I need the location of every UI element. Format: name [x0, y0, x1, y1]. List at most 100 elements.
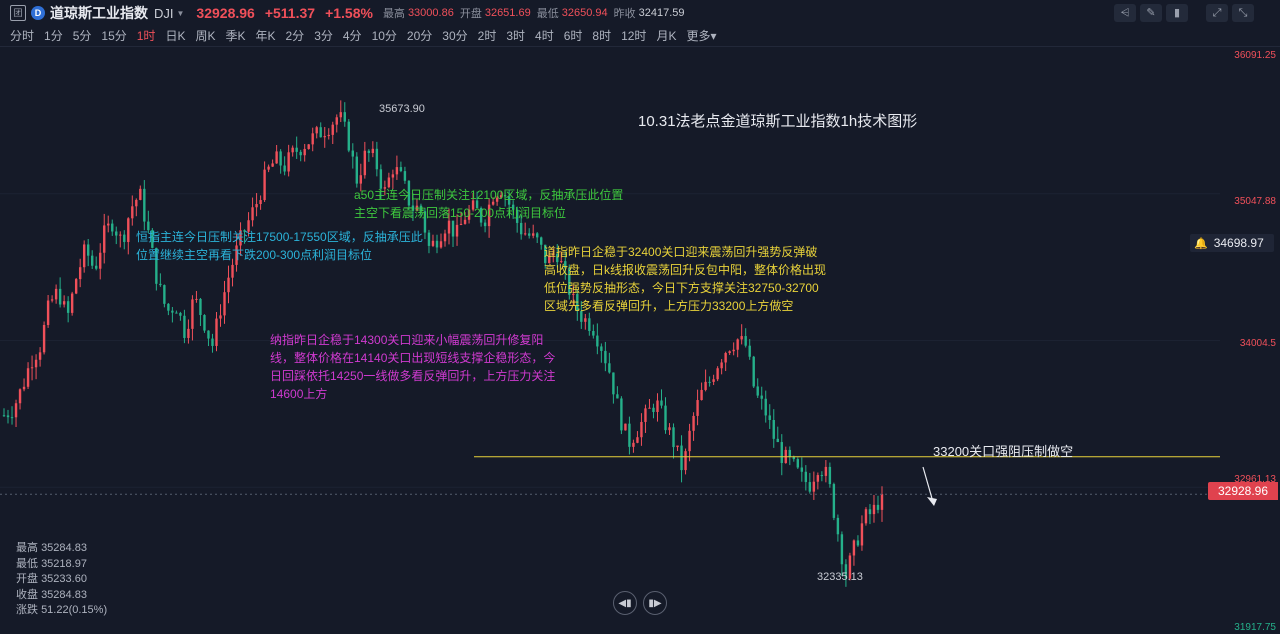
candle-body: [287, 152, 290, 172]
candle-body: [30, 367, 34, 369]
candle-body: [459, 223, 463, 225]
prev-icon[interactable]: ◀▮: [613, 591, 637, 615]
chevron-down-icon[interactable]: ▼: [177, 9, 185, 18]
candle-body: [712, 379, 715, 382]
low-value: 32650.94: [561, 7, 608, 19]
period-tab[interactable]: 12时: [621, 27, 646, 44]
period-tab[interactable]: 15分: [101, 27, 126, 44]
candle-body: [255, 204, 258, 208]
current-price-tag: 32928.96: [1208, 482, 1278, 500]
instrument-name[interactable]: 道琼斯工业指数: [50, 3, 148, 23]
instrument-code[interactable]: DJI: [154, 6, 174, 21]
info-value: 35284.83: [41, 588, 87, 601]
period-tab[interactable]: 6时: [564, 27, 583, 44]
period-tab[interactable]: 月K: [656, 27, 676, 44]
candle-body: [279, 151, 282, 166]
high-point-label: 35673.90: [379, 103, 425, 115]
more-periods-dropdown[interactable]: 更多▾: [686, 27, 716, 44]
candle-body: [323, 136, 326, 138]
candle-body: [263, 169, 266, 201]
candle-body: [648, 407, 651, 409]
candle-body: [584, 318, 587, 322]
info-row: 最高 35284.83: [16, 541, 107, 557]
period-tab[interactable]: 年K: [255, 27, 275, 44]
candle-body: [291, 147, 294, 153]
period-tab[interactable]: 8时: [592, 27, 611, 44]
price-alert-tag[interactable]: 🔔 34698.97: [1190, 234, 1274, 252]
fullscreen-icon[interactable]: ⤢: [1206, 4, 1228, 22]
popout-icon[interactable]: ⤡: [1232, 4, 1254, 22]
period-tab[interactable]: 10分: [372, 27, 397, 44]
candle-body: [251, 207, 254, 221]
candlestick-chart[interactable]: [0, 47, 1220, 634]
group-icon[interactable]: 团: [10, 5, 26, 21]
candle-body: [796, 459, 800, 468]
edit-tool-icon[interactable]: ✎: [1140, 4, 1162, 22]
candle-body: [91, 255, 94, 266]
hsi-annotation: 恒指主连今日压制关注17500-17550区域，反抽承压此位置继续主空再看下跌2…: [136, 230, 423, 262]
candle-body: [864, 509, 868, 524]
delete-tool-icon[interactable]: ▮: [1166, 4, 1188, 22]
period-tab[interactable]: 30分: [442, 27, 467, 44]
candle-body: [752, 356, 755, 387]
candle-body: [131, 206, 134, 219]
candle-body: [435, 240, 439, 248]
candle-body: [78, 267, 82, 280]
candle-body: [14, 403, 18, 418]
ticker-header: 团 D 道琼斯工业指数 DJI ▼ 32928.96 +511.37 +1.58…: [0, 0, 1280, 26]
candle-body: [163, 285, 166, 304]
candle-body: [307, 144, 310, 149]
period-tab[interactable]: 3分: [314, 27, 333, 44]
period-tab[interactable]: 4分: [343, 27, 362, 44]
candle-body: [26, 368, 30, 387]
candle-body: [692, 415, 695, 431]
candle-body: [359, 175, 363, 184]
candle-body: [62, 301, 66, 305]
candle-body: [66, 301, 70, 313]
info-value: 51.22(0.15%): [41, 604, 108, 616]
candle-body: [612, 372, 615, 395]
candle-body: [828, 466, 832, 485]
period-tab[interactable]: 分时: [10, 27, 34, 44]
candle-body: [2, 415, 6, 417]
candle-body: [343, 112, 346, 122]
candle-body: [872, 504, 876, 515]
period-tab[interactable]: 3时: [506, 27, 525, 44]
candle-body: [604, 350, 607, 364]
candle-body: [171, 310, 174, 313]
period-tab[interactable]: 周K: [195, 27, 215, 44]
period-tab[interactable]: 2时: [478, 27, 497, 44]
candle-body: [299, 151, 302, 156]
period-tab[interactable]: 季K: [225, 27, 245, 44]
candle-body: [259, 200, 262, 205]
candle-body: [451, 220, 455, 237]
period-tab[interactable]: 1分: [44, 27, 63, 44]
candle-body: [219, 315, 222, 319]
candle-body: [351, 150, 354, 157]
period-tab[interactable]: 5分: [73, 27, 92, 44]
prev-close-value: 32417.59: [638, 7, 685, 19]
period-tab[interactable]: 2分: [286, 27, 305, 44]
candle-body: [50, 299, 54, 301]
candle-body: [536, 233, 539, 238]
candle-body: [167, 303, 170, 311]
candle-body: [46, 300, 50, 325]
period-tab[interactable]: 日K: [165, 27, 185, 44]
a50-annotation: a50主连今日压制关注12100区域，反抽承压此位置主空下看震荡回落150-20…: [354, 188, 624, 220]
period-tab[interactable]: 20分: [407, 27, 432, 44]
candle-body: [592, 330, 595, 336]
period-tab[interactable]: 1时: [137, 27, 156, 44]
candle-body: [159, 283, 162, 286]
line-tool-icon[interactable]: ⩤: [1114, 4, 1136, 22]
candle-body: [139, 188, 142, 200]
candle-body: [856, 540, 860, 546]
candle-body: [311, 133, 314, 145]
candle-body: [42, 324, 46, 353]
candle-body: [876, 504, 880, 510]
next-icon[interactable]: ▮▶: [643, 591, 667, 615]
period-tab[interactable]: 4时: [535, 27, 554, 44]
candle-body: [18, 389, 22, 404]
candle-body: [22, 386, 26, 390]
candle-body: [832, 484, 836, 518]
candle-body: [103, 225, 106, 253]
